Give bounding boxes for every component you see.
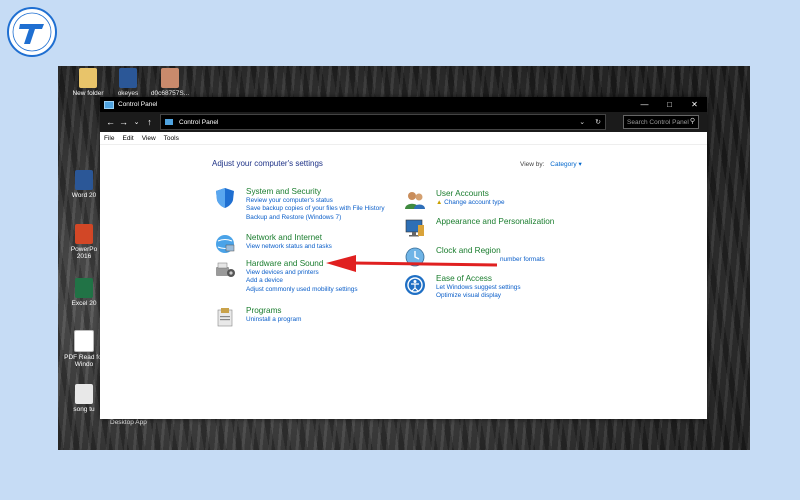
link-devices-printers[interactable]: View devices and printers bbox=[246, 269, 358, 277]
desktop-icon-label: PowerPo 2016 bbox=[70, 246, 98, 260]
desktop-icon-song-tu[interactable]: song tu bbox=[64, 384, 104, 413]
desktop-icon-label: New folder bbox=[72, 90, 104, 97]
clock-globe-icon bbox=[405, 247, 425, 267]
view-by-control: View by: Category ▾ bbox=[520, 160, 582, 168]
category-title[interactable]: Hardware and Sound bbox=[246, 259, 358, 269]
category-title[interactable]: Network and Internet bbox=[246, 233, 332, 243]
menu-bar: File Edit View Tools bbox=[100, 132, 707, 145]
pdf-app-icon bbox=[74, 330, 94, 352]
view-by-dropdown[interactable]: Category ▾ bbox=[550, 161, 581, 168]
link-number-formats[interactable]: number formats bbox=[436, 256, 545, 264]
desktop-icon-word[interactable]: Word 20 bbox=[64, 170, 104, 199]
minimize-icon[interactable]: — bbox=[632, 97, 657, 112]
desktop-icon-powerpoint[interactable]: PowerPo 2016 bbox=[64, 224, 104, 260]
desktop-icon-okeyes[interactable]: okeyes bbox=[108, 68, 148, 97]
link-network-status[interactable]: View network status and tasks bbox=[246, 243, 332, 251]
ease-of-access-icon bbox=[405, 275, 425, 295]
menu-edit[interactable]: Edit bbox=[122, 135, 133, 142]
uac-shield-icon: ▲ bbox=[436, 199, 443, 206]
address-breadcrumb: Control Panel bbox=[179, 118, 219, 126]
link-change-account-type[interactable]: ▲ Change account type bbox=[436, 199, 505, 207]
menu-file[interactable]: File bbox=[104, 135, 114, 142]
programs-icon bbox=[217, 308, 233, 327]
link-label: Change account type bbox=[444, 199, 505, 206]
category-title[interactable]: User Accounts bbox=[436, 189, 505, 199]
close-icon[interactable]: ✕ bbox=[682, 97, 707, 112]
forward-arrow-icon[interactable]: → bbox=[117, 117, 130, 127]
globe-network-icon bbox=[216, 235, 235, 253]
desktop-icon-image[interactable]: d0c68757S... bbox=[150, 68, 190, 97]
users-icon bbox=[405, 192, 425, 209]
category-title[interactable]: System and Security bbox=[246, 187, 385, 197]
window-title: Control Panel bbox=[118, 101, 158, 108]
control-panel-icon bbox=[104, 100, 114, 109]
page-title: Adjust your computer's settings bbox=[212, 159, 323, 168]
address-dropdown-icon[interactable]: ⌄ bbox=[579, 118, 585, 126]
desktop-icon-label: d0c68757S... bbox=[150, 90, 190, 97]
powerpoint-app-icon bbox=[75, 224, 93, 244]
file-icon bbox=[75, 384, 93, 404]
link-optimize-display[interactable]: Optimize visual display bbox=[436, 292, 521, 300]
desktop-icon-label: okeyes bbox=[117, 90, 139, 97]
view-by-label: View by: bbox=[520, 161, 545, 168]
desktop-icon-label: Excel 20 bbox=[71, 300, 97, 307]
desktop-icon-label: PDF Read for Windo bbox=[64, 354, 104, 368]
address-bar: ← → ⌄ ↑ Control Panel ⌄ ↻ Search Control… bbox=[100, 112, 707, 132]
category-title[interactable]: Clock and Region bbox=[436, 246, 545, 256]
search-input[interactable]: Search Control Panel ⚲ bbox=[623, 115, 699, 129]
image-file-icon bbox=[161, 68, 179, 88]
word-app-icon bbox=[75, 170, 93, 190]
brand-logo-icon bbox=[7, 7, 57, 57]
category-title[interactable]: Programs bbox=[246, 306, 301, 316]
link-uninstall-program[interactable]: Uninstall a program bbox=[246, 316, 301, 324]
maximize-icon[interactable]: □ bbox=[657, 97, 682, 112]
link-add-device[interactable]: Add a device bbox=[246, 277, 358, 285]
desktop-app-label: Desktop App bbox=[110, 419, 147, 426]
search-placeholder: Search Control Panel bbox=[627, 118, 689, 126]
refresh-icon[interactable]: ↻ bbox=[595, 118, 601, 126]
menu-view[interactable]: View bbox=[142, 135, 156, 142]
excel-app-icon bbox=[75, 278, 93, 298]
search-icon[interactable]: ⚲ bbox=[690, 117, 695, 125]
desktop-icon-pdf-reader[interactable]: PDF Read for Windo bbox=[64, 330, 104, 368]
address-field[interactable]: Control Panel ⌄ ↻ bbox=[160, 114, 606, 130]
back-arrow-icon[interactable]: ← bbox=[104, 117, 117, 127]
link-file-history[interactable]: Save backup copies of your files with Fi… bbox=[246, 205, 385, 213]
desktop-icon-excel[interactable]: Excel 20 bbox=[64, 278, 104, 307]
desktop-icon-label: Word 20 bbox=[71, 192, 97, 199]
desktop-icon-new-folder[interactable]: New folder bbox=[68, 68, 108, 97]
folder-icon bbox=[79, 68, 97, 88]
link-review-status[interactable]: Review your computer's status bbox=[246, 197, 385, 205]
link-suggest-settings[interactable]: Let Windows suggest settings bbox=[436, 284, 521, 292]
window-titlebar[interactable]: Control Panel — □ ✕ bbox=[100, 97, 707, 112]
category-title[interactable]: Appearance and Personalization bbox=[436, 217, 554, 227]
monitor-paint-icon bbox=[405, 219, 424, 237]
printer-speaker-icon bbox=[216, 262, 235, 277]
shield-icon bbox=[216, 188, 234, 208]
link-backup-restore[interactable]: Backup and Restore (Windows 7) bbox=[246, 214, 385, 222]
menu-tools[interactable]: Tools bbox=[164, 135, 179, 142]
recent-chevron-icon[interactable]: ⌄ bbox=[130, 118, 143, 126]
control-panel-window: Control Panel — □ ✕ ← → ⌄ ↑ Control Pane… bbox=[100, 97, 707, 419]
control-panel-content: Adjust your computer's settings View by:… bbox=[100, 145, 707, 419]
up-arrow-icon[interactable]: ↑ bbox=[143, 117, 156, 127]
word-doc-icon bbox=[119, 68, 137, 88]
category-title[interactable]: Ease of Access bbox=[436, 274, 521, 284]
desktop-icon-label: song tu bbox=[73, 406, 95, 413]
view-by-value: Category bbox=[550, 161, 577, 168]
control-panel-icon bbox=[165, 119, 173, 125]
link-mobility-settings[interactable]: Adjust commonly used mobility settings bbox=[246, 286, 358, 294]
